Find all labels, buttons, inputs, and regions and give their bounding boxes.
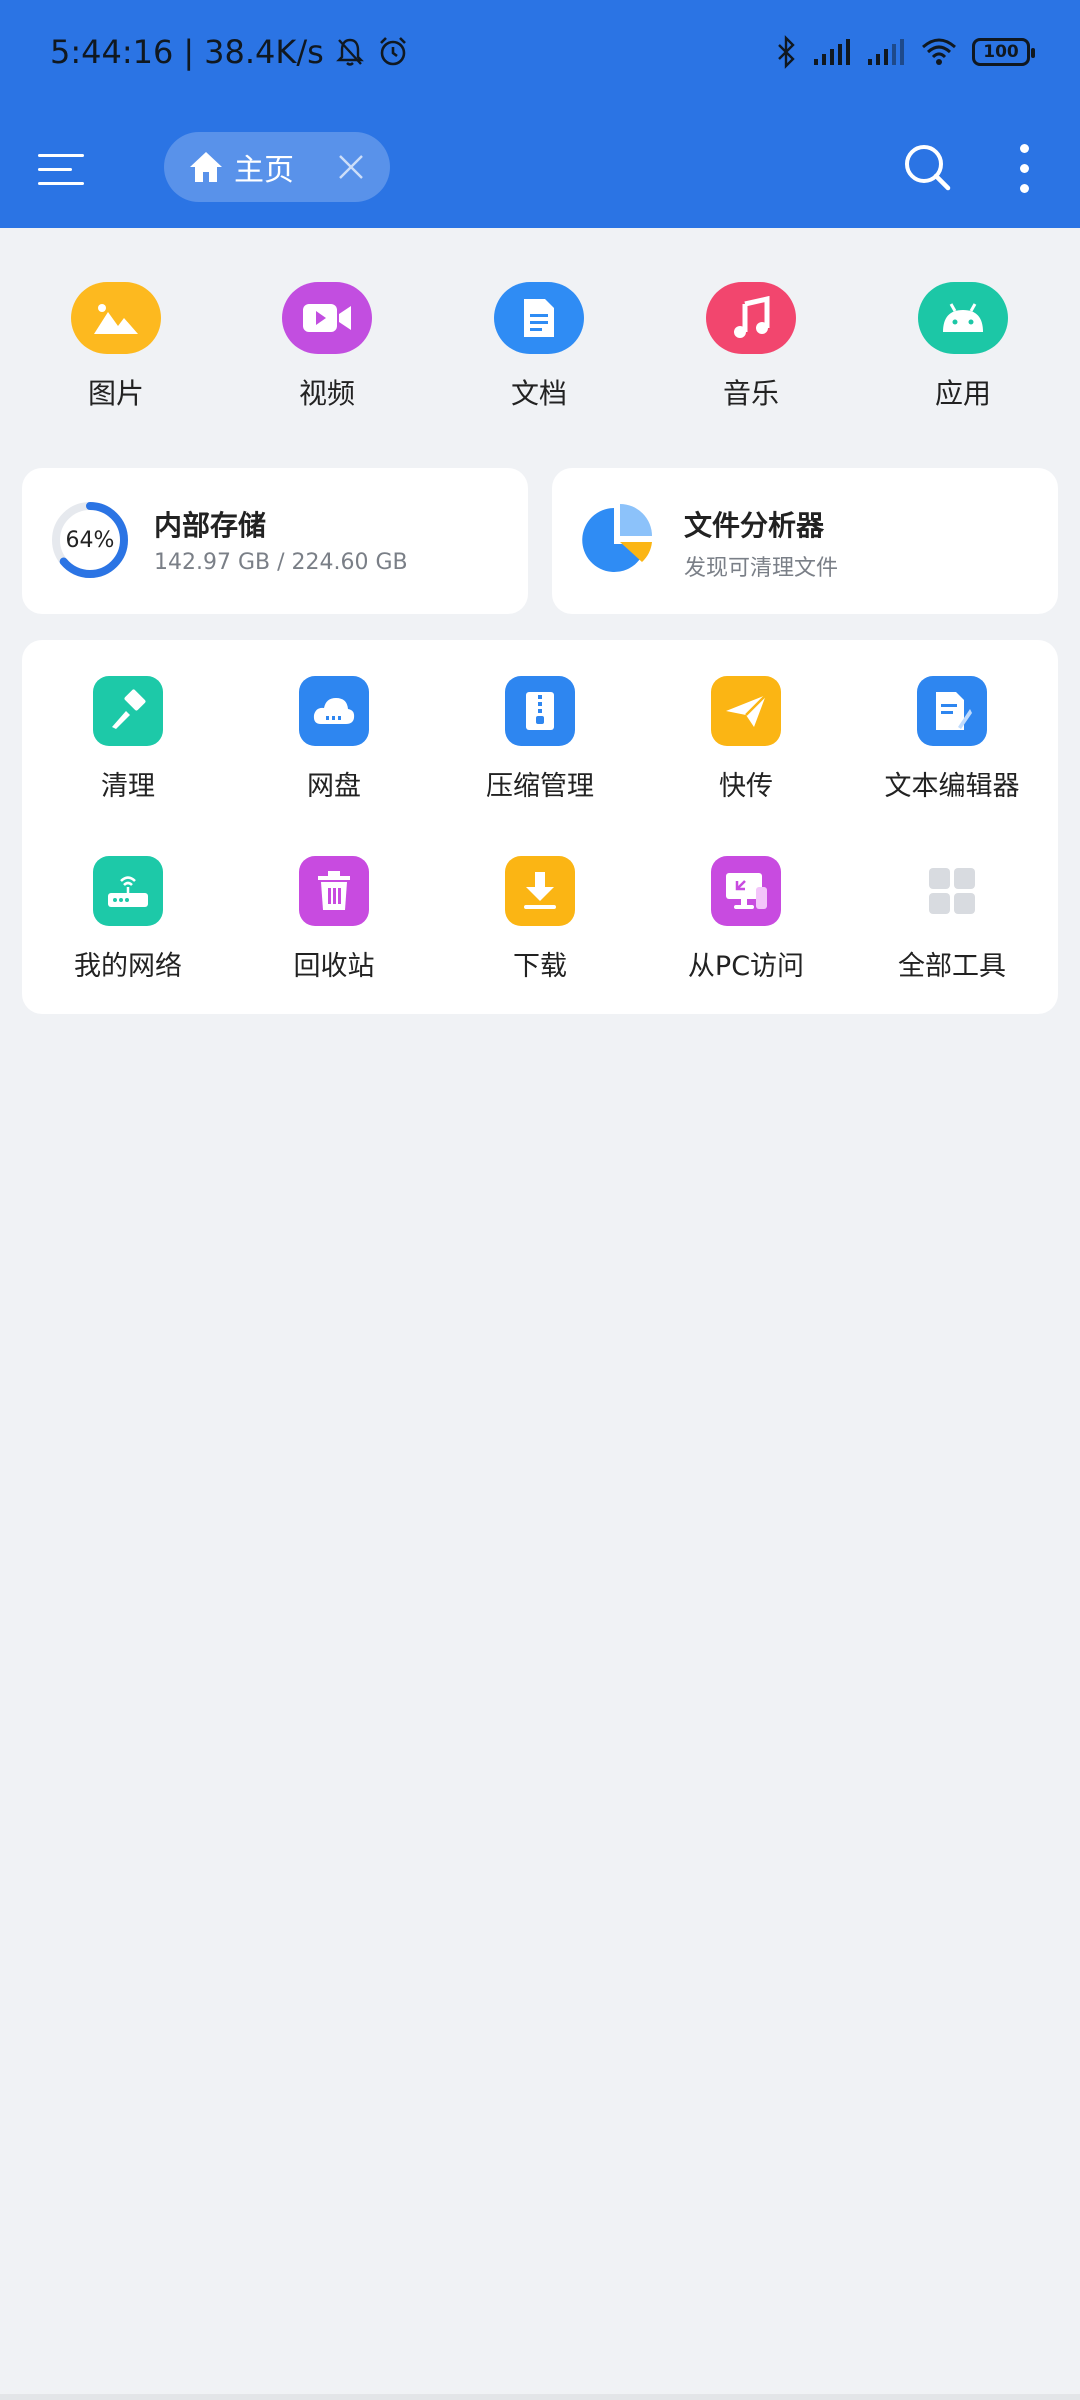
tool-label: 压缩管理 bbox=[486, 771, 594, 802]
signal-icon bbox=[814, 39, 850, 65]
tab-home[interactable]: 主页 bbox=[164, 132, 390, 202]
tool-label: 下载 bbox=[513, 951, 567, 982]
category-label: 视频 bbox=[298, 377, 355, 410]
router-icon bbox=[108, 876, 148, 907]
tool-pc-access[interactable]: 从PC访问 bbox=[656, 856, 836, 983]
tool-clean[interactable]: 清理 bbox=[38, 676, 218, 803]
tool-label: 快传 bbox=[719, 771, 773, 802]
menu-button[interactable] bbox=[38, 146, 90, 190]
cloud-icon bbox=[313, 698, 355, 724]
broom-icon bbox=[112, 689, 146, 729]
bell-off-icon bbox=[335, 38, 364, 66]
tool-all-tools[interactable]: 全部工具 bbox=[862, 856, 1042, 983]
battery-indicator: 100 bbox=[972, 38, 1035, 66]
category-row: 图片 视频 文档 音乐 应用 bbox=[0, 250, 1080, 430]
image-icon bbox=[94, 304, 138, 334]
category-label: 音乐 bbox=[722, 377, 779, 410]
category-label: 应用 bbox=[934, 377, 991, 410]
category-images[interactable]: 图片 bbox=[36, 250, 196, 412]
android-icon bbox=[943, 303, 983, 332]
more-options-button[interactable] bbox=[1010, 140, 1040, 200]
analyzer-subtitle: 发现可清理文件 bbox=[684, 556, 839, 581]
tab-home-label: 主页 bbox=[234, 153, 294, 188]
tool-label: 文本编辑器 bbox=[884, 771, 1020, 802]
grid-icon bbox=[929, 868, 975, 914]
pc-access-icon bbox=[726, 873, 767, 909]
close-icon[interactable] bbox=[336, 152, 366, 182]
top-bar: 5:44:16 | 38.4K/s 100 主页 bbox=[0, 0, 1080, 228]
bottom-divider bbox=[0, 2394, 1080, 2400]
music-icon bbox=[734, 296, 770, 338]
alarm-icon bbox=[379, 37, 406, 66]
category-documents[interactable]: 文档 bbox=[459, 250, 619, 412]
search-icon[interactable] bbox=[900, 140, 956, 196]
tool-quick-transfer[interactable]: 快传 bbox=[656, 676, 836, 803]
document-icon bbox=[524, 299, 554, 337]
status-net-speed: 38.4K/s bbox=[204, 33, 324, 71]
tool-label: 全部工具 bbox=[898, 951, 1006, 982]
wifi-icon bbox=[922, 38, 956, 65]
tool-label: 我的网络 bbox=[74, 951, 182, 982]
tools-card: 清理 网盘 压缩管理 快传 文本编辑器 我的网络 回收站 下载 从PC访问 全部… bbox=[22, 640, 1058, 1014]
paper-plane-icon bbox=[726, 694, 767, 727]
trash-icon bbox=[318, 871, 350, 910]
file-analyzer-card[interactable]: 文件分析器 发现可清理文件 bbox=[552, 468, 1058, 614]
category-music[interactable]: 音乐 bbox=[671, 250, 831, 412]
status-bar: 5:44:16 | 38.4K/s 100 bbox=[50, 28, 1035, 76]
analyzer-title: 文件分析器 bbox=[684, 509, 825, 542]
bluetooth-icon bbox=[778, 35, 795, 69]
storage-title: 内部存储 bbox=[154, 509, 267, 542]
home-icon bbox=[190, 152, 222, 182]
category-label: 图片 bbox=[87, 377, 144, 410]
tool-label: 网盘 bbox=[307, 771, 361, 802]
tool-recycle-bin[interactable]: 回收站 bbox=[244, 856, 424, 983]
download-icon bbox=[524, 872, 556, 909]
video-icon bbox=[303, 304, 351, 332]
tool-downloads[interactable]: 下载 bbox=[450, 856, 630, 983]
category-label: 文档 bbox=[510, 377, 567, 410]
app-bar: 主页 bbox=[0, 120, 1080, 220]
pie-chart-icon bbox=[582, 504, 652, 572]
category-apps[interactable]: 应用 bbox=[883, 250, 1043, 412]
status-time: 5:44:16 bbox=[50, 33, 174, 71]
text-edit-icon bbox=[936, 692, 972, 730]
tool-text-editor[interactable]: 文本编辑器 bbox=[862, 676, 1042, 803]
zip-icon bbox=[526, 692, 554, 730]
category-videos[interactable]: 视频 bbox=[247, 250, 407, 412]
tool-cloud-drive[interactable]: 网盘 bbox=[244, 676, 424, 803]
storage-percent: 64% bbox=[65, 527, 115, 553]
tool-label: 清理 bbox=[101, 771, 155, 802]
signal-2-icon bbox=[868, 39, 904, 65]
tool-label: 从PC访问 bbox=[687, 951, 805, 982]
internal-storage-card[interactable]: 64% 内部存储 142.97 GB / 224.60 GB bbox=[22, 468, 528, 614]
tool-label: 回收站 bbox=[293, 951, 375, 982]
storage-usage: 142.97 GB / 224.60 GB bbox=[154, 550, 408, 575]
tool-compression[interactable]: 压缩管理 bbox=[450, 676, 630, 803]
tool-my-network[interactable]: 我的网络 bbox=[38, 856, 218, 983]
